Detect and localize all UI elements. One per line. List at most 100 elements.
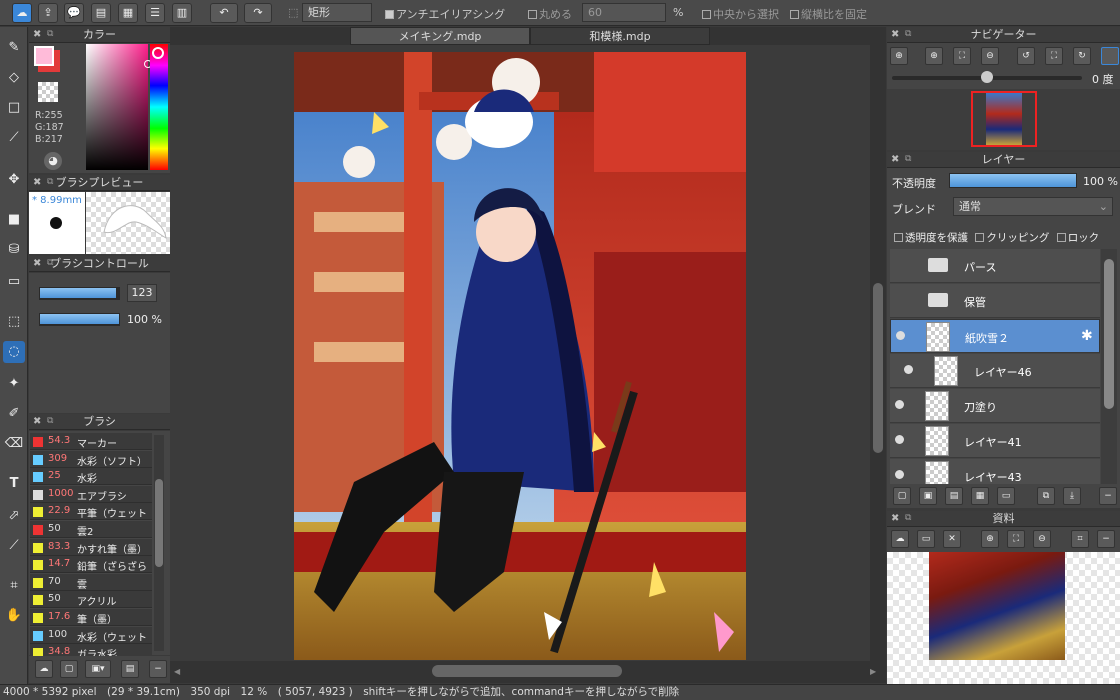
antialias-checkbox[interactable]: アンチエイリアシング [385, 6, 505, 22]
vertical-scrollbar[interactable] [870, 45, 886, 661]
new-layer-1bit-icon[interactable]: ▤ [945, 487, 963, 505]
brush-list-item[interactable]: 83.3 かすれ筆（墨） [30, 538, 152, 556]
open-folder-icon[interactable]: ▭ [917, 530, 935, 548]
popout-icon[interactable]: ⧉ [47, 414, 53, 429]
merge-icon[interactable]: ⤓ [1063, 487, 1081, 505]
layer-row[interactable]: レイヤー46 [890, 354, 1100, 388]
rotate-right-icon[interactable]: ↻ [1073, 47, 1091, 65]
artwork-canvas[interactable] [294, 52, 746, 660]
brush-list-item[interactable]: 1000 エアブラシ [30, 485, 152, 503]
tab-wamoyou[interactable]: 和模様.mdp [530, 27, 710, 45]
gradient-tool-icon[interactable]: ▭ [3, 271, 25, 293]
brush-list-item[interactable]: 70 雲 [30, 573, 152, 591]
layer-opacity-slider[interactable] [949, 173, 1077, 188]
horizontal-scrollbar[interactable]: ◀ ▶ [170, 661, 886, 683]
chat-icon[interactable]: ▤ [91, 3, 111, 23]
rect-fill-tool-icon[interactable]: ■ [3, 209, 25, 231]
popout-icon[interactable]: ⧉ [47, 27, 53, 42]
layer-folder-row[interactable]: パース [890, 249, 1100, 283]
fit-icon[interactable]: ⛶ [953, 47, 971, 65]
zoom-out-icon[interactable]: ⊖ [981, 47, 999, 65]
brush-list-item[interactable]: 50 雲2 [30, 521, 152, 538]
bucket-tool-icon[interactable]: ⛁ [3, 239, 25, 261]
scroll-left-icon[interactable]: ◀ [174, 667, 180, 676]
blend-mode-select[interactable]: 通常 ⌄ [953, 197, 1113, 216]
brush-list-item[interactable]: 50 アクリル [30, 591, 152, 609]
brush-list-item[interactable]: 22.9 平筆（ウェット [30, 503, 152, 521]
brush-minus-icon[interactable]: − [149, 660, 167, 678]
document-icon[interactable]: ▦ [118, 3, 138, 23]
line-tool-icon[interactable]: ⟋ [3, 127, 25, 149]
brush-scroll-thumb[interactable] [155, 479, 163, 567]
new-layer-icon[interactable]: ▢ [893, 487, 911, 505]
brush-settings-icon[interactable]: ▤ [121, 660, 139, 678]
select-eraser-tool-icon[interactable]: ⌫ [3, 433, 25, 455]
saturation-value-picker[interactable] [86, 44, 148, 170]
brush-scrollbar[interactable] [154, 435, 164, 651]
layer-minus-icon[interactable]: − [1099, 487, 1117, 505]
share-icon[interactable]: ⇪ [38, 3, 58, 23]
brush-list-item[interactable]: 25 水彩 [30, 468, 152, 486]
navigator-viewport[interactable] [971, 91, 1037, 147]
zoom-in-icon[interactable]: ⊕ [890, 47, 908, 65]
size-slider[interactable] [39, 287, 120, 300]
round-value-input[interactable]: 60 [582, 3, 666, 22]
new-layer-8bit-icon[interactable]: ▣ [919, 487, 937, 505]
material-viewer[interactable] [887, 552, 1120, 684]
fix-ratio-checkbox[interactable]: 縦横比を固定 [790, 6, 867, 22]
visibility-icon[interactable] [896, 331, 905, 340]
round-checkbox[interactable]: 丸める [528, 6, 572, 22]
center-select-checkbox[interactable]: 中央から選択 [702, 6, 779, 22]
eyedropper-icon[interactable]: ⌗ [1071, 530, 1089, 548]
layer-folder-row[interactable]: 保管 [890, 284, 1100, 318]
duplicate-icon[interactable]: ⧉ [1037, 487, 1055, 505]
flip-icon[interactable] [1101, 47, 1119, 65]
visibility-icon[interactable] [895, 400, 904, 409]
comment-icon[interactable]: 💬 [64, 3, 84, 23]
eraser-tool-icon[interactable]: ◇ [3, 67, 25, 89]
hand-tool-icon[interactable]: ✋ [3, 605, 25, 627]
zoom-in-icon[interactable]: ⊕ [925, 47, 943, 65]
close-icon[interactable]: ✖ [891, 152, 899, 167]
protect-alpha-checkbox[interactable]: 透明度を保護 [894, 232, 968, 244]
tab-making[interactable]: メイキング.mdp [350, 27, 530, 45]
close-icon[interactable]: ✖ [891, 27, 899, 42]
popout-icon[interactable]: ⧉ [47, 256, 53, 271]
folder-icon[interactable]: ▭ [997, 487, 1015, 505]
popout-icon[interactable]: ⧉ [905, 511, 911, 526]
opacity-slider[interactable] [39, 313, 120, 326]
brush-list-item[interactable]: 17.6 筆（墨） [30, 609, 152, 626]
close-icon[interactable]: ✖ [33, 414, 41, 429]
redo-icon[interactable]: ↷ [244, 3, 272, 23]
visibility-icon[interactable] [904, 365, 913, 374]
hue-cursor[interactable] [152, 47, 164, 59]
text-tool-icon[interactable]: T [3, 473, 25, 495]
cloud-icon[interactable]: ☁ [12, 3, 32, 23]
rotate-left-icon[interactable]: ↺ [1017, 47, 1035, 65]
rect-select-tool-icon[interactable]: ⬚ [3, 311, 25, 333]
close-icon[interactable]: ✖ [33, 27, 41, 42]
visibility-icon[interactable] [895, 435, 904, 444]
brush-list-item[interactable]: 54.3 マーカー [30, 433, 152, 450]
magic-wand-tool-icon[interactable]: ✦ [3, 373, 25, 395]
undo-icon[interactable]: ↶ [210, 3, 238, 23]
clipping-checkbox[interactable]: クリッピング [975, 232, 1049, 244]
vertical-scroll-thumb[interactable] [873, 283, 883, 453]
eyedropper-tool-icon[interactable]: ⌗ [3, 575, 25, 597]
shape-select[interactable]: 矩形 [302, 3, 372, 22]
horizontal-scroll-thumb[interactable] [432, 665, 622, 677]
hue-slider[interactable] [150, 44, 168, 170]
halftone-layer-icon[interactable]: ▦ [971, 487, 989, 505]
zoom-in-icon[interactable]: ⊕ [981, 530, 999, 548]
layer-row[interactable]: レイヤー41 [890, 424, 1100, 458]
scroll-right-icon[interactable]: ▶ [870, 667, 876, 676]
layer-scroll-thumb[interactable] [1104, 259, 1114, 409]
cloud-brush-icon[interactable]: ☁ [35, 660, 53, 678]
visibility-icon[interactable] [895, 470, 904, 479]
cloud-icon[interactable]: ☁ [891, 530, 909, 548]
close-icon[interactable]: ✖ [33, 256, 41, 271]
operation-tool-icon[interactable]: ⬀ [3, 505, 25, 527]
move-tool-icon[interactable]: ✥ [3, 169, 25, 191]
popout-icon[interactable]: ⧉ [905, 152, 911, 167]
select-pen-tool-icon[interactable]: ✐ [3, 403, 25, 425]
